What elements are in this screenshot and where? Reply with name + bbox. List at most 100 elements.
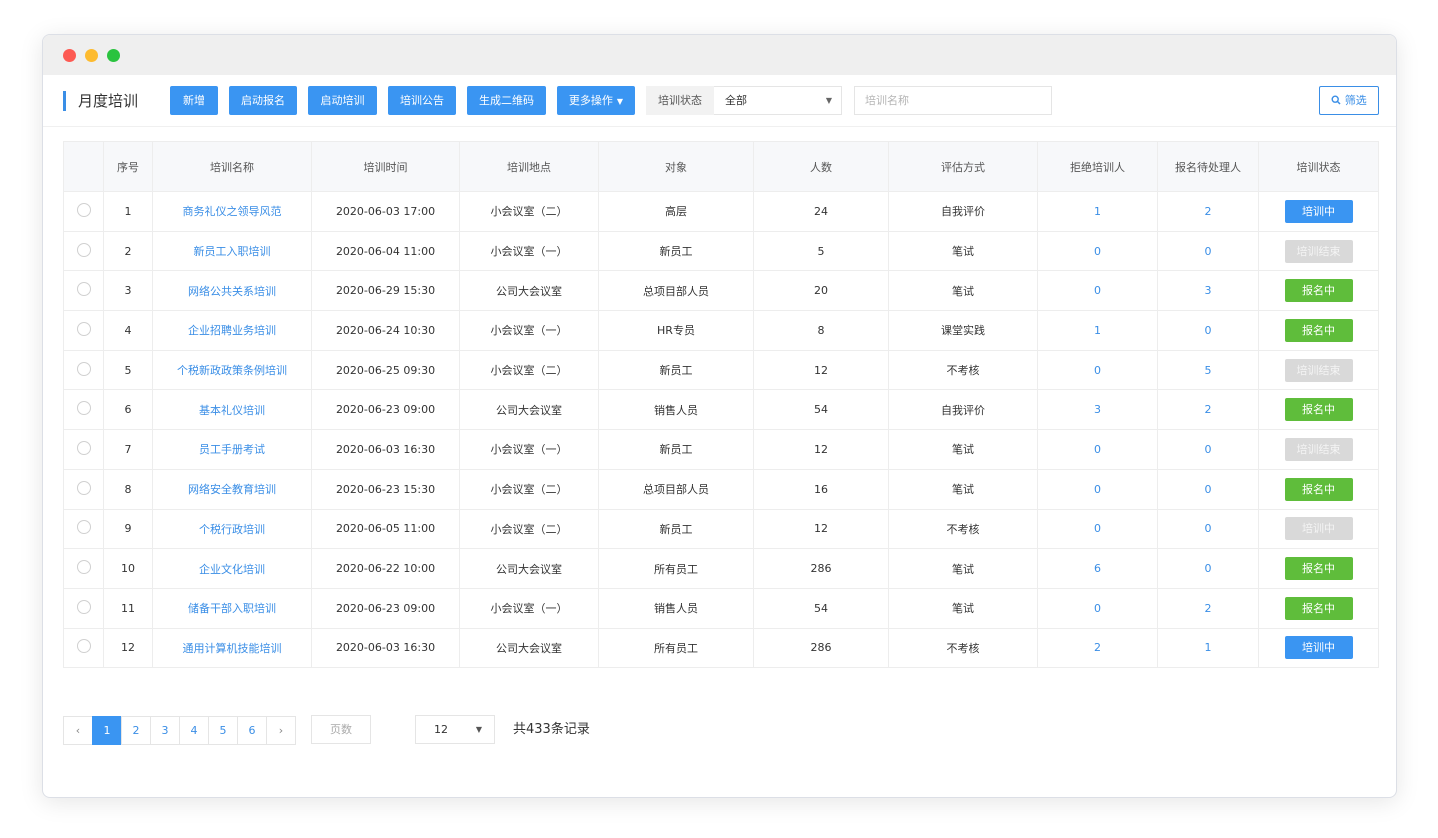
row-name-link[interactable]: 商务礼仪之领导风范 xyxy=(152,191,312,232)
page-button-5[interactable]: 5 xyxy=(208,715,238,745)
row-radio[interactable] xyxy=(76,560,91,575)
prev-page-button[interactable]: ‹ xyxy=(63,715,93,745)
row-count: 16 xyxy=(753,468,889,510)
page-jump-input[interactable]: 页数 xyxy=(311,715,371,744)
more-actions-button[interactable]: 更多操作 ▼ xyxy=(557,86,635,115)
page-button-4[interactable]: 4 xyxy=(179,715,209,745)
row-pending-link[interactable]: 0 xyxy=(1157,508,1259,550)
row-radio[interactable] xyxy=(76,599,91,614)
row-name-link[interactable]: 储备干部入职培训 xyxy=(152,587,312,629)
row-name-link[interactable]: 基本礼仪培训 xyxy=(152,389,312,431)
table-row[interactable]: 12 通用计算机技能培训 2020-06-03 16:30 公司大会议室 所有员工 286… xyxy=(63,627,1379,669)
table-row[interactable]: 1 商务礼仪之领导风范 2020-06-03 17:00 小会议室（二） 高层 24 自我评… xyxy=(63,191,1379,232)
row-reject-link[interactable]: 3 xyxy=(1037,389,1158,431)
table-row[interactable]: 2 新员工入职培训 2020-06-04 11:00 小会议室（一） 新员工 5 笔试 0 0 培… xyxy=(63,230,1379,272)
next-page-button[interactable]: › xyxy=(266,715,296,745)
page-button-2[interactable]: 2 xyxy=(121,715,151,745)
row-reject-link[interactable]: 0 xyxy=(1037,349,1158,391)
table-row[interactable]: 6 基本礼仪培训 2020-06-23 09:00 公司大会议室 销售人员 54 自我评价 3… xyxy=(63,389,1379,431)
row-name-link[interactable]: 网络安全教育培训 xyxy=(152,468,312,510)
start-registration-button[interactable]: 启动报名 xyxy=(229,86,297,115)
row-pending-link[interactable]: 0 xyxy=(1157,468,1259,510)
status-badge[interactable]: 报名中 xyxy=(1284,318,1353,342)
row-reject-link[interactable]: 0 xyxy=(1037,468,1158,510)
row-no: 4 xyxy=(103,310,153,351)
generate-qrcode-button[interactable]: 生成二维码 xyxy=(467,86,546,115)
minimize-window-button[interactable] xyxy=(85,48,98,62)
row-pending-link[interactable]: 0 xyxy=(1157,310,1259,351)
page-size-select[interactable]: 12 ▼ xyxy=(415,715,495,744)
status-badge[interactable]: 培训结束 xyxy=(1284,358,1353,382)
page-button-6[interactable]: 6 xyxy=(237,715,267,745)
status-badge[interactable]: 报名中 xyxy=(1284,557,1353,581)
row-pending-link[interactable]: 1 xyxy=(1157,627,1259,669)
row-reject-link[interactable]: 0 xyxy=(1037,230,1158,272)
row-radio[interactable] xyxy=(76,440,91,455)
row-no: 12 xyxy=(103,627,153,669)
table-row[interactable]: 4 企业招聘业务培训 2020-06-24 10:30 小会议室（一） HR专员 8 课堂实… xyxy=(63,310,1379,351)
table-row[interactable]: 3 网络公共关系培训 2020-06-29 15:30 公司大会议室 总项目部人员 20 笔… xyxy=(63,270,1379,312)
row-radio[interactable] xyxy=(76,401,91,416)
page-button-3[interactable]: 3 xyxy=(150,715,180,745)
row-pending-link[interactable]: 0 xyxy=(1157,230,1259,272)
row-radio[interactable] xyxy=(76,639,91,654)
row-reject-link[interactable]: 0 xyxy=(1037,508,1158,550)
row-radio[interactable] xyxy=(76,361,91,376)
row-reject-link[interactable]: 1 xyxy=(1037,310,1158,351)
row-name-link[interactable]: 个税新政政策条例培训 xyxy=(152,349,312,391)
row-radio[interactable] xyxy=(76,520,91,535)
training-table: 序号 培训名称 培训时间 培训地点 对象 人数 评估方式 拒绝培训人 报名待处理… xyxy=(63,141,1379,669)
row-radio[interactable] xyxy=(76,282,91,297)
row-pending-link[interactable]: 0 xyxy=(1157,429,1259,470)
close-window-button[interactable] xyxy=(63,48,76,62)
row-name-link[interactable]: 新员工入职培训 xyxy=(152,230,312,272)
row-radio[interactable] xyxy=(76,242,91,257)
table-row[interactable]: 7 员工手册考试 2020-06-03 16:30 小会议室（一） 新员工 12 笔试 0 0 培… xyxy=(63,429,1379,470)
row-reject-link[interactable]: 0 xyxy=(1037,587,1158,629)
training-announcement-button[interactable]: 培训公告 xyxy=(388,86,456,115)
row-pending-link[interactable]: 2 xyxy=(1157,389,1259,431)
status-badge[interactable]: 培训中 xyxy=(1284,636,1353,660)
start-training-button[interactable]: 启动培训 xyxy=(308,86,377,115)
table-row[interactable]: 5 个税新政政策条例培训 2020-06-25 09:30 小会议室（二） 新员工 12 不… xyxy=(63,349,1379,391)
row-name-link[interactable]: 网络公共关系培训 xyxy=(152,270,312,312)
status-badge[interactable]: 培训结束 xyxy=(1284,437,1353,461)
row-reject-link[interactable]: 6 xyxy=(1037,548,1158,589)
row-radio[interactable] xyxy=(76,202,91,217)
maximize-window-button[interactable] xyxy=(107,48,120,62)
row-name-link[interactable]: 企业招聘业务培训 xyxy=(152,310,312,351)
row-pending-link[interactable]: 2 xyxy=(1157,191,1259,232)
status-filter-select[interactable]: 全部 ▼ xyxy=(714,86,842,115)
training-name-input[interactable] xyxy=(854,86,1052,115)
status-badge[interactable]: 报名中 xyxy=(1284,279,1353,303)
status-badge[interactable]: 培训中 xyxy=(1284,199,1353,223)
row-radio[interactable] xyxy=(76,321,91,336)
row-eval: 笔试 xyxy=(888,468,1038,510)
row-select-cell xyxy=(63,587,104,629)
status-badge[interactable]: 报名中 xyxy=(1284,398,1353,422)
status-badge[interactable]: 培训结束 xyxy=(1284,239,1353,263)
status-badge[interactable]: 报名中 xyxy=(1284,596,1353,620)
table-row[interactable]: 10 企业文化培训 2020-06-22 10:00 公司大会议室 所有员工 286 笔试 6… xyxy=(63,548,1379,589)
row-reject-link[interactable]: 0 xyxy=(1037,270,1158,312)
row-radio[interactable] xyxy=(76,480,91,495)
row-pending-link[interactable]: 0 xyxy=(1157,548,1259,589)
row-name-link[interactable]: 个税行政培训 xyxy=(152,508,312,550)
row-reject-link[interactable]: 0 xyxy=(1037,429,1158,470)
row-name-link[interactable]: 员工手册考试 xyxy=(152,429,312,470)
add-button[interactable]: 新增 xyxy=(170,86,218,115)
row-pending-link[interactable]: 5 xyxy=(1157,349,1259,391)
status-badge[interactable]: 报名中 xyxy=(1284,477,1353,501)
row-reject-link[interactable]: 1 xyxy=(1037,191,1158,232)
table-row[interactable]: 9 个税行政培训 2020-06-05 11:00 小会议室（二） 新员工 12 不考核 0 0… xyxy=(63,508,1379,550)
filter-button[interactable]: 筛选 xyxy=(1319,86,1379,115)
table-row[interactable]: 8 网络安全教育培训 2020-06-23 15:30 小会议室（二） 总项目部人员 16… xyxy=(63,468,1379,510)
row-name-link[interactable]: 通用计算机技能培训 xyxy=(152,627,312,669)
page-button-1[interactable]: 1 xyxy=(92,715,122,745)
row-reject-link[interactable]: 2 xyxy=(1037,627,1158,669)
row-pending-link[interactable]: 2 xyxy=(1157,587,1259,629)
table-row[interactable]: 11 储备干部入职培训 2020-06-23 09:00 小会议室（一） 销售人员 54 笔… xyxy=(63,587,1379,629)
row-pending-link[interactable]: 3 xyxy=(1157,270,1259,312)
row-name-link[interactable]: 企业文化培训 xyxy=(152,548,312,589)
status-badge[interactable]: 培训中 xyxy=(1284,517,1353,541)
